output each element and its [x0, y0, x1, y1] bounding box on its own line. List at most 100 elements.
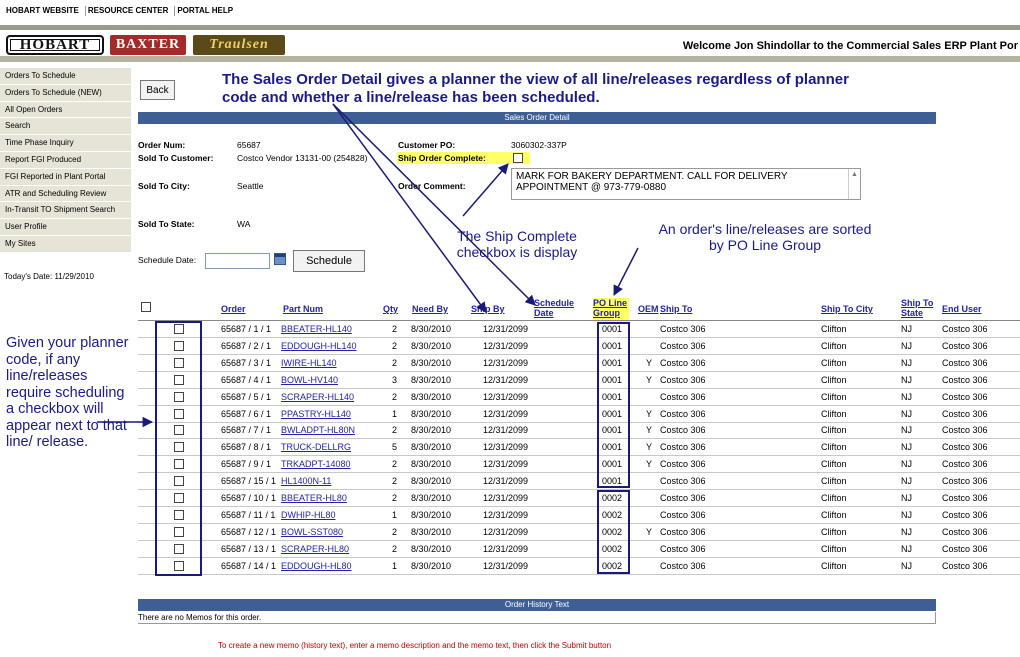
cell-ship-to-state: NJ — [901, 493, 912, 503]
cell-part-num[interactable]: TRUCK-DELLRG — [281, 442, 351, 452]
ship-complete-label: Ship Order Complete: — [398, 153, 486, 163]
resource-center-link[interactable]: RESOURCE CENTER — [86, 6, 176, 16]
back-button[interactable]: Back — [140, 80, 175, 100]
cell-ship-to-city: Clifton — [821, 509, 847, 520]
cell-end-user: Costco 306 — [942, 442, 988, 453]
schedule-date-input[interactable] — [205, 253, 270, 269]
cell-oem: Y — [646, 459, 653, 470]
cell-end-user: Costco 306 — [942, 408, 988, 419]
cell-part-num[interactable]: BOWL-HV140 — [281, 375, 338, 385]
cell-ship-by: 12/31/2099 — [483, 493, 529, 503]
cell-need-by: 8/30/2010 — [411, 442, 452, 453]
cell-need-by: 8/30/2010 — [411, 425, 452, 436]
sidebar-item-report-fgi-produced[interactable]: Report FGI Produced — [0, 151, 131, 169]
cell-end-user: Costco 306 — [942, 543, 988, 554]
cell-ship-to-city: Clifton — [821, 324, 847, 334]
calendar-icon[interactable] — [274, 253, 286, 265]
col-schedule-date[interactable]: Schedule Date — [534, 298, 584, 322]
cell-ship-to-state: NJ — [901, 408, 912, 419]
cell-ship-to-state: NJ — [901, 476, 912, 487]
cell-order: 65687 / 15 / 1 — [221, 476, 277, 487]
table-row: 65687 / 8 / 1 TRUCK-DELLRG 5 8/30/2010 12/31… — [138, 439, 1020, 457]
cell-part-num[interactable]: BWLADPT-HL80N — [281, 425, 355, 435]
sidebar-item-fgi-reported[interactable]: FGI Reported in Plant Portal — [0, 168, 131, 186]
cell-need-by: 8/30/2010 — [411, 324, 452, 334]
cell-part-num[interactable]: BBEATER-HL140 — [281, 324, 352, 334]
customer-po-label: Customer PO: — [398, 140, 456, 150]
cell-qty: 2 — [391, 493, 397, 503]
cell-part-num[interactable]: SCRAPER-HL140 — [281, 392, 354, 402]
sold-to-value: Costco Vendor 13131-00 (254828) — [237, 153, 368, 163]
table-row: 65687 / 10 / 1 BBEATER-HL80 2 8/30/2010 12/3… — [138, 490, 1020, 507]
cell-part-num[interactable]: BOWL-SST080 — [281, 527, 343, 537]
cell-ship-to: Costco 306 — [660, 340, 706, 351]
cell-ship-to: Costco 306 — [660, 543, 706, 554]
cell-ship-to-city: Clifton — [821, 493, 847, 503]
cell-end-user: Costco 306 — [942, 560, 988, 571]
sidebar-item-all-open-orders[interactable]: All Open Orders — [0, 101, 131, 119]
annotation-left-checkbox: Given your planner code, if any line/rel… — [6, 335, 129, 450]
cell-end-user: Costco 306 — [942, 357, 988, 368]
cell-ship-to: Costco 306 — [660, 459, 706, 470]
col-po-line-group[interactable]: PO Line Group — [593, 298, 629, 322]
hobart-logo: HOBART — [6, 35, 104, 55]
cell-need-by: 8/30/2010 — [411, 340, 452, 351]
cell-ship-to-state: NJ — [901, 357, 912, 368]
cell-ship-to-state: NJ — [901, 459, 912, 470]
cell-order: 65687 / 8 / 1 — [221, 442, 272, 453]
cell-order: 65687 / 4 / 1 — [221, 374, 272, 385]
order-num-value: 65687 — [237, 140, 261, 150]
cell-need-by: 8/30/2010 — [411, 526, 452, 537]
col-ship-to-state[interactable]: Ship To State — [901, 298, 939, 322]
hobart-website-link[interactable]: HOBART WEBSITE — [4, 6, 86, 16]
cell-part-num[interactable]: PPASTRY-HL140 — [281, 409, 351, 419]
cell-end-user: Costco 306 — [942, 459, 988, 470]
cell-need-by: 8/30/2010 — [411, 493, 452, 503]
todays-date: Today's Date: 11/29/2010 — [4, 272, 94, 281]
cell-part-num[interactable]: HL1400N-11 — [281, 476, 331, 486]
table-row: 65687 / 9 / 1 TRKADPT-14080 2 8/30/2010 12/3… — [138, 456, 1020, 474]
cell-need-by: 8/30/2010 — [411, 459, 452, 470]
cell-oem: Y — [646, 526, 653, 537]
table-row: 65687 / 1 / 1 BBEATER-HL140 2 8/30/2010 12/3… — [138, 321, 1020, 338]
schedule-date-label: Schedule Date: — [138, 255, 197, 265]
cell-part-num[interactable]: EDDOUGH-HL140 — [281, 341, 357, 351]
sidebar-item-atr-scheduling-review[interactable]: ATR and Scheduling Review — [0, 185, 131, 203]
cell-order: 65687 / 12 / 1 — [221, 526, 277, 537]
cell-need-by: 8/30/2010 — [411, 509, 452, 520]
memo-instructions: To create a new memo (history text), ent… — [218, 641, 612, 650]
cell-ship-to: Costco 306 — [660, 560, 706, 571]
cell-qty: 3 — [391, 374, 397, 385]
sidebar-item-orders-to-schedule[interactable]: Orders To Schedule — [0, 68, 131, 85]
sidebar-item-orders-to-schedule-new[interactable]: Orders To Schedule (NEW) — [0, 84, 131, 102]
sidebar-item-my-sites[interactable]: My Sites — [0, 235, 131, 253]
sidebar-item-time-phase-inquiry[interactable]: Time Phase Inquiry — [0, 135, 131, 152]
cell-qty: 1 — [391, 408, 397, 419]
order-comment-label: Order Comment: — [398, 181, 466, 191]
sidebar-item-search[interactable]: Search — [0, 118, 131, 136]
group-0002-highlight — [597, 490, 630, 574]
cell-part-num[interactable]: DWHIP-HL80 — [281, 510, 336, 520]
sidebar-item-user-profile[interactable]: User Profile — [0, 219, 131, 236]
cell-ship-to-state: NJ — [901, 324, 912, 334]
cell-need-by: 8/30/2010 — [411, 391, 452, 402]
arrow-to-ship-complete — [462, 163, 509, 217]
select-all-checkbox-box[interactable] — [141, 301, 151, 312]
portal-help-link[interactable]: PORTAL HELP — [175, 6, 239, 16]
cell-part-num[interactable]: SCRAPER-HL80 — [281, 544, 349, 554]
cell-ship-to: Costco 306 — [660, 526, 706, 537]
schedule-button[interactable]: Schedule — [293, 250, 365, 272]
cell-ship-to-state: NJ — [901, 391, 912, 402]
cell-order: 65687 / 2 / 1 — [221, 340, 272, 351]
ship-complete-checkbox[interactable] — [513, 153, 523, 163]
sidebar-item-in-transit-search[interactable]: In-Transit TO Shipment Search — [0, 202, 131, 220]
sold-to-city-value: Seattle — [237, 181, 264, 191]
order-comment-textarea[interactable]: MARK FOR BAKERY DEPARTMENT. CALL FOR DEL… — [511, 168, 861, 200]
cell-part-num[interactable]: EDDOUGH-HL80 — [281, 561, 352, 571]
cell-part-num[interactable]: TRKADPT-14080 — [281, 459, 351, 469]
cell-part-num[interactable]: BBEATER-HL80 — [281, 493, 347, 503]
cell-ship-to: Costco 306 — [660, 391, 706, 402]
cell-part-num[interactable]: IWIRE-HL140 — [281, 358, 337, 368]
comment-scrollbar[interactable]: ▲ — [848, 169, 860, 199]
cell-ship-to: Costco 306 — [660, 509, 706, 520]
